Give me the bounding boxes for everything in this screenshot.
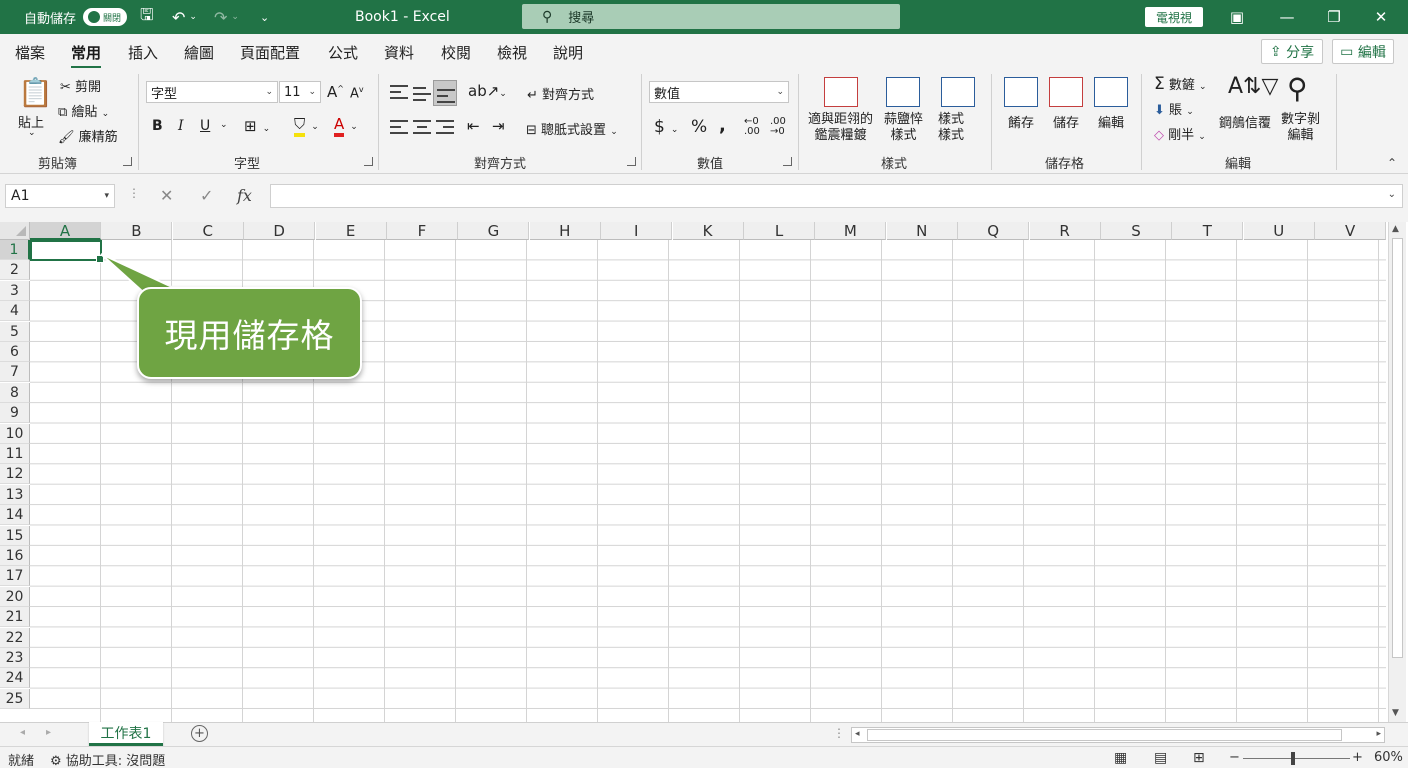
active-cell-callout: 現用儲存格: [137, 287, 362, 379]
sheet-next-icon[interactable]: ▸: [46, 727, 51, 738]
scroll-up-icon[interactable]: ▲: [1392, 224, 1399, 234]
status-bar: 就緒 ⚙ 協助工具: 沒問題 ▦ ▤ ⊞ − + 60%: [0, 746, 1408, 769]
scroll-left-icon[interactable]: ◂: [855, 729, 860, 739]
horizontal-scrollbar[interactable]: ◂ ▸: [851, 727, 1385, 743]
zoom-in-icon[interactable]: +: [1352, 750, 1363, 765]
sheet-prev-icon[interactable]: ◂: [20, 727, 25, 738]
accessibility-icon: ⚙: [50, 754, 62, 769]
vertical-scroll-thumb[interactable]: [1392, 238, 1403, 658]
vertical-scrollbar[interactable]: ▲ ▼: [1388, 222, 1406, 722]
zoom-out-icon[interactable]: −: [1229, 750, 1240, 765]
new-sheet-icon[interactable]: +: [191, 725, 208, 742]
sheet-tab-bar: ◂ ▸ 工作表1 + ⋮ ◂ ▸: [0, 722, 1408, 746]
accessibility-status[interactable]: ⚙ 協助工具: 沒問題: [50, 750, 165, 769]
tab-split-grip-icon[interactable]: ⋮: [833, 726, 845, 740]
horizontal-scroll-thumb[interactable]: [867, 729, 1342, 741]
page-break-view-icon[interactable]: ⊞: [1193, 750, 1205, 766]
zoom-slider[interactable]: [1243, 758, 1350, 759]
normal-view-icon[interactable]: ▦: [1114, 750, 1127, 766]
scroll-down-icon[interactable]: ▼: [1392, 708, 1399, 718]
page-layout-view-icon[interactable]: ▤: [1154, 750, 1167, 766]
zoom-level[interactable]: 60%: [1374, 750, 1403, 765]
zoom-slider-knob[interactable]: [1291, 752, 1295, 765]
sheet-tab-1[interactable]: 工作表1: [89, 722, 163, 746]
ready-status: 就緒: [8, 754, 35, 769]
callout-pointer: [100, 253, 201, 301]
scroll-right-icon[interactable]: ▸: [1376, 729, 1381, 739]
